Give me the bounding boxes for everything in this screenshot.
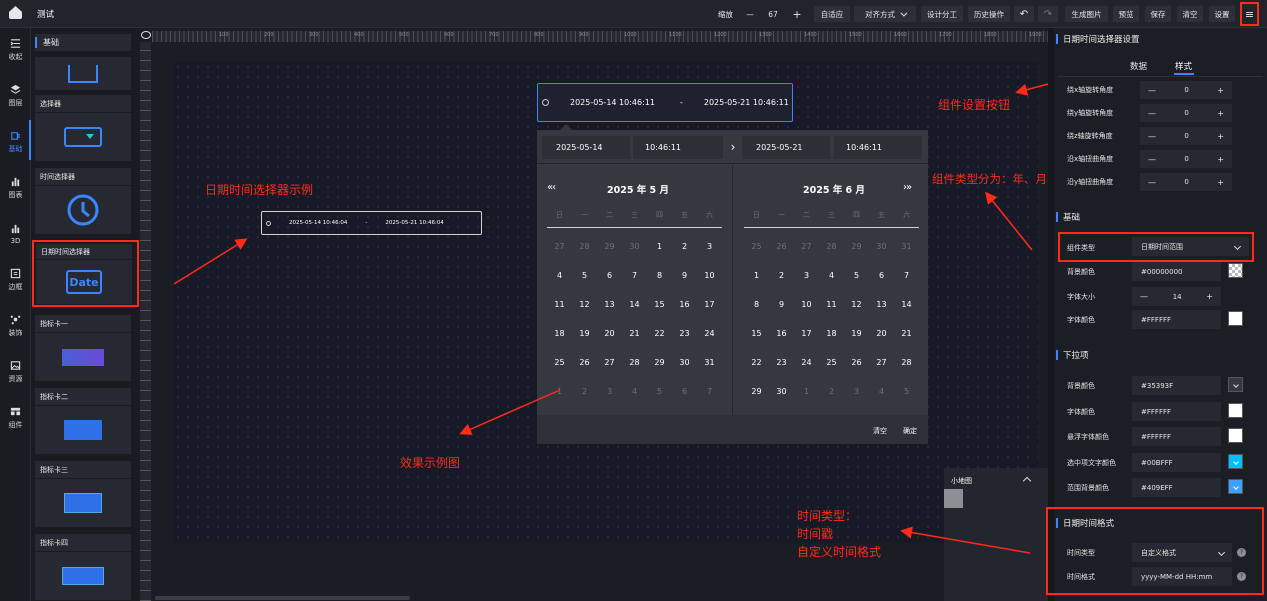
tab-style[interactable]: 样式 xyxy=(1175,60,1192,72)
chevron-down-icon xyxy=(1232,483,1239,490)
font-color-label: 字体颜色 xyxy=(1067,316,1095,324)
arrow-to-format xyxy=(900,526,1031,554)
rotate-label: 绕y轴旋转角度 xyxy=(1067,109,1114,117)
font-color-input[interactable]: #FFFFFF xyxy=(1132,310,1221,329)
rotate-stepper[interactable]: — 0 + xyxy=(1140,173,1232,191)
stepper-value: 0 xyxy=(1184,132,1189,140)
rotate-label: 沿y轴扭曲角度 xyxy=(1067,178,1114,186)
rotate-stepper[interactable]: — 0 + xyxy=(1140,150,1232,168)
time-format-label: 时间格式 xyxy=(1067,573,1095,581)
stepper-value: 14 xyxy=(1172,292,1182,301)
bg-color-label: 背景颜色 xyxy=(1067,268,1095,276)
stepper-value: 0 xyxy=(1184,178,1189,186)
minus-icon[interactable]: — xyxy=(1140,292,1148,301)
rotate-label: 沿x轴扭曲角度 xyxy=(1067,155,1114,163)
plus-icon[interactable]: + xyxy=(1217,132,1224,141)
dd-selected-input[interactable]: #00BFFF xyxy=(1132,453,1221,472)
time-type-label: 时间类型 xyxy=(1067,549,1095,557)
section-dropdown: 下拉项 xyxy=(1056,349,1089,361)
plus-icon[interactable]: + xyxy=(1217,155,1224,164)
dd-selected-swatch[interactable] xyxy=(1228,454,1243,469)
plus-icon[interactable]: + xyxy=(1217,86,1224,95)
panel-title-text: 日期时间选择器设置 xyxy=(1063,35,1140,45)
help-icon[interactable]: ? xyxy=(1237,548,1246,557)
chevron-down-icon xyxy=(1217,548,1226,557)
dd-font-input[interactable]: #FFFFFF xyxy=(1132,402,1221,421)
dd-font-swatch[interactable] xyxy=(1228,403,1243,418)
stepper-value: 0 xyxy=(1184,155,1189,163)
section-format: 日期时间格式 xyxy=(1056,517,1114,529)
font-color-swatch[interactable] xyxy=(1228,311,1243,326)
chevron-down-icon xyxy=(1233,242,1242,251)
dd-selected-label: 选中项文字颜色 xyxy=(1067,459,1116,467)
arrow-to-picker xyxy=(459,389,561,435)
panel-title: 日期时间选择器设置 xyxy=(1056,33,1140,45)
dd-range-input[interactable]: #409EFF xyxy=(1132,478,1221,497)
select-value: 自定义格式 xyxy=(1141,548,1176,557)
dd-font-label: 字体颜色 xyxy=(1067,408,1095,416)
component-type-label: 组件类型 xyxy=(1067,244,1095,252)
dd-hover-swatch[interactable] xyxy=(1228,428,1243,443)
chevron-down-icon xyxy=(1232,458,1239,465)
chevron-down-icon xyxy=(1232,381,1239,388)
arrow-to-type xyxy=(985,191,1033,251)
rotate-label: 绕x轴旋转角度 xyxy=(1067,86,1114,94)
dd-hover-label: 悬浮字体颜色 xyxy=(1067,433,1109,441)
dd-range-label: 范围背景颜色 xyxy=(1067,484,1109,492)
bg-color-swatch[interactable] xyxy=(1228,263,1243,278)
time-type-select[interactable]: 自定义格式 xyxy=(1132,543,1232,562)
stepper-value: 0 xyxy=(1184,109,1189,117)
rotate-stepper[interactable]: — 0 + xyxy=(1140,104,1232,122)
minus-icon[interactable]: — xyxy=(1148,109,1156,118)
help-icon[interactable]: ? xyxy=(1237,572,1246,581)
dd-hover-input[interactable]: #FFFFFF xyxy=(1132,427,1221,446)
time-format-input[interactable]: yyyy-MM-dd HH:mm xyxy=(1132,567,1232,586)
dd-bg-label: 背景颜色 xyxy=(1067,382,1095,390)
stepper-value: 0 xyxy=(1184,86,1189,94)
section-label: 基础 xyxy=(1063,213,1081,223)
tab-data[interactable]: 数据 xyxy=(1130,60,1147,72)
tab-active-indicator xyxy=(1174,73,1194,75)
bg-color-input[interactable]: #00000000 xyxy=(1132,262,1221,281)
rotate-stepper[interactable]: — 0 + xyxy=(1140,81,1232,99)
minus-icon[interactable]: — xyxy=(1148,86,1156,95)
component-type-select[interactable]: 日期时间范围 xyxy=(1132,237,1249,256)
dd-bg-swatch[interactable] xyxy=(1228,377,1243,392)
plus-icon[interactable]: + xyxy=(1217,178,1224,187)
plus-icon[interactable]: + xyxy=(1206,292,1213,301)
minus-icon[interactable]: — xyxy=(1148,155,1156,164)
font-size-stepper[interactable]: — 14 + xyxy=(1132,287,1221,306)
divider xyxy=(1058,76,1263,77)
select-value: 日期时间范围 xyxy=(1141,242,1183,251)
minus-icon[interactable]: — xyxy=(1148,132,1156,141)
arrow-to-card xyxy=(173,238,248,285)
dd-range-swatch[interactable] xyxy=(1228,479,1243,494)
section-label: 下拉项 xyxy=(1063,351,1089,361)
font-size-label: 字体大小 xyxy=(1067,293,1095,301)
minus-icon[interactable]: — xyxy=(1148,178,1156,187)
section-label: 日期时间格式 xyxy=(1063,519,1115,529)
section-basic: 基础 xyxy=(1056,211,1080,223)
plus-icon[interactable]: + xyxy=(1217,109,1224,118)
rotate-stepper[interactable]: — 0 + xyxy=(1140,127,1232,145)
dd-bg-input[interactable]: #35393F xyxy=(1132,376,1221,395)
rotate-label: 绕z轴旋转角度 xyxy=(1067,132,1113,140)
